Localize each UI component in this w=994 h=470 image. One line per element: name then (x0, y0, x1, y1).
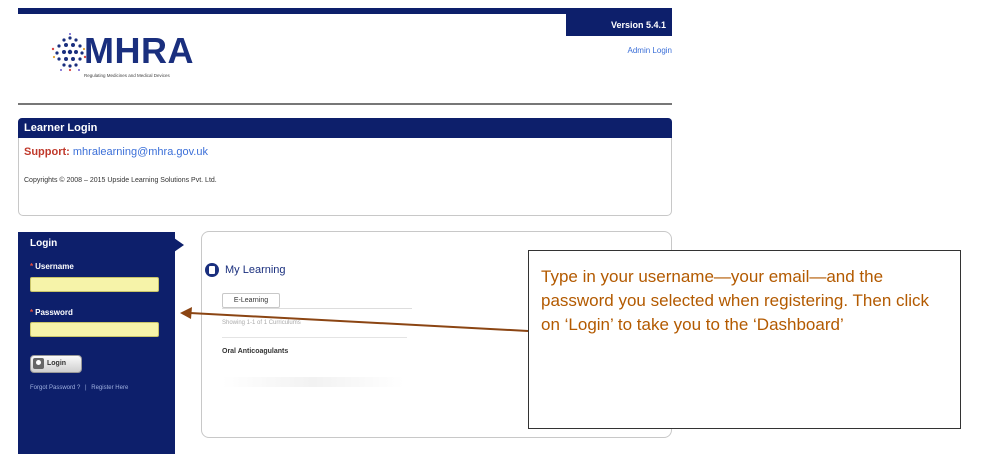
required-mark: * (30, 262, 34, 271)
arrow-head (180, 307, 192, 319)
admin-login-link[interactable]: Admin Login (610, 46, 672, 55)
user-icon (33, 358, 44, 369)
tab-underline (222, 308, 412, 309)
account-links: Forgot Password ? | Register Here (30, 385, 128, 391)
list-divider (222, 377, 404, 387)
tab-e-learning[interactable]: E-Learning (222, 293, 280, 308)
logo-tagline: Regulating Medicines and Medical Devices (84, 73, 170, 78)
register-link[interactable]: Register Here (91, 385, 128, 391)
instruction-callout: Type in your username—your email—and the… (528, 250, 961, 429)
copyright-text: Copyrights © 2008 – 2015 Upside Learning… (24, 177, 217, 184)
password-label-row: * Password (30, 308, 73, 317)
showing-count: Showing 1-1 of 1 Curriculums (222, 320, 301, 326)
login-title: Login (30, 238, 58, 249)
required-mark: * (30, 308, 34, 317)
password-input[interactable] (30, 322, 159, 337)
login-button-label: Login (47, 360, 67, 367)
curriculum-item[interactable]: Oral Anticoagulants (222, 348, 288, 355)
forgot-password-link[interactable]: Forgot Password ? (30, 385, 80, 391)
login-button[interactable]: Login (30, 355, 82, 373)
username-label-row: * Username (30, 262, 74, 271)
logo-text: MHRA (84, 30, 194, 71)
password-label: Password (35, 308, 73, 317)
support-email-link[interactable]: mhralearning@mhra.gov.uk (73, 146, 208, 158)
support-label: Support: (24, 146, 70, 158)
link-separator: | (85, 385, 87, 391)
username-input[interactable] (30, 277, 159, 292)
version-label: Version 5.4.1 (566, 14, 672, 36)
support-line: Support: mhralearning@mhra.gov.uk (24, 146, 208, 158)
learner-login-title: Learner Login (18, 118, 672, 138)
sidebar-pointer (174, 238, 184, 252)
header-divider (18, 103, 672, 105)
list-divider (222, 337, 407, 338)
username-label: Username (35, 262, 74, 271)
book-icon (205, 263, 219, 277)
my-learning-title: My Learning (225, 264, 286, 276)
